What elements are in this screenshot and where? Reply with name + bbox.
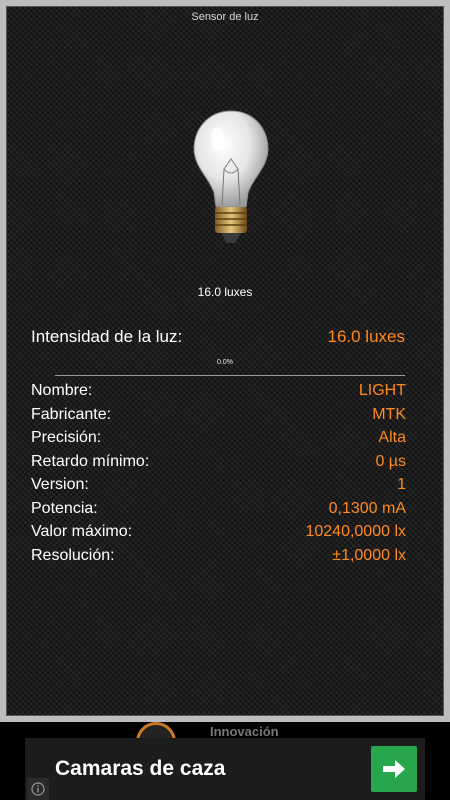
detail-row-name: Nombre: LIGHT bbox=[31, 379, 406, 403]
detail-value: 1 bbox=[397, 476, 406, 493]
intensity-percent: 0.0% bbox=[217, 359, 233, 366]
bulb-caption: 16.0 luxes bbox=[197, 285, 253, 299]
detail-value: ±1,0000 lx bbox=[332, 546, 406, 564]
detail-row-power: Potencia: 0,1300 mA bbox=[31, 497, 406, 521]
intensity-progress-bar bbox=[55, 375, 405, 376]
sensor-panel: Sensor de luz 16.0 luxes Intensidad de l… bbox=[6, 6, 444, 716]
detail-label: Resolución: bbox=[31, 546, 115, 564]
detail-row-min-delay: Retardo mínimo: 0 µs bbox=[31, 450, 406, 474]
detail-row-accuracy: Precisión: Alta bbox=[31, 426, 406, 450]
arrow-right-icon bbox=[383, 760, 405, 778]
sensor-details: Nombre: LIGHT Fabricante: MTK Precisión:… bbox=[31, 379, 406, 567]
detail-value: Alta bbox=[378, 429, 406, 446]
screen-title: Sensor de luz bbox=[191, 11, 259, 23]
detail-value: 0 µs bbox=[375, 452, 406, 470]
detail-label: Retardo mínimo: bbox=[31, 452, 150, 470]
light-bulb-icon bbox=[188, 107, 274, 247]
detail-label: Precisión: bbox=[31, 429, 102, 446]
info-icon bbox=[31, 782, 45, 796]
detail-label: Nombre: bbox=[31, 382, 93, 399]
intensity-value: 16.0 luxes bbox=[327, 327, 406, 346]
detail-value: MTK bbox=[372, 405, 406, 423]
detail-label: Valor máximo: bbox=[31, 523, 133, 540]
detail-value: LIGHT bbox=[358, 382, 406, 399]
ad-brand-text: Innovación bbox=[210, 724, 279, 739]
ad-card[interactable]: Camaras de caza bbox=[25, 738, 425, 800]
detail-row-version: Version: 1 bbox=[31, 473, 406, 497]
detail-value: 0,1300 mA bbox=[328, 499, 406, 517]
ad-headline[interactable]: Camaras de caza bbox=[55, 757, 225, 781]
detail-row-max-value: Valor máximo: 10240,0000 lx bbox=[31, 520, 406, 544]
ad-open-button[interactable] bbox=[371, 746, 417, 792]
intensity-label: Intensidad de la luz: bbox=[31, 327, 183, 346]
detail-value: 10240,0000 lx bbox=[305, 523, 406, 540]
detail-label: Potencia: bbox=[31, 499, 98, 517]
app-frame: Sensor de luz 16.0 luxes Intensidad de l… bbox=[0, 0, 450, 722]
detail-label: Fabricante: bbox=[31, 405, 112, 423]
detail-row-resolution: Resolución: ±1,0000 lx bbox=[31, 544, 406, 568]
ad-banner[interactable]: Innovación Camaras de caza bbox=[0, 722, 450, 800]
detail-row-vendor: Fabricante: MTK bbox=[31, 403, 406, 427]
detail-label: Version: bbox=[31, 476, 89, 493]
ad-info-button[interactable] bbox=[27, 778, 49, 800]
